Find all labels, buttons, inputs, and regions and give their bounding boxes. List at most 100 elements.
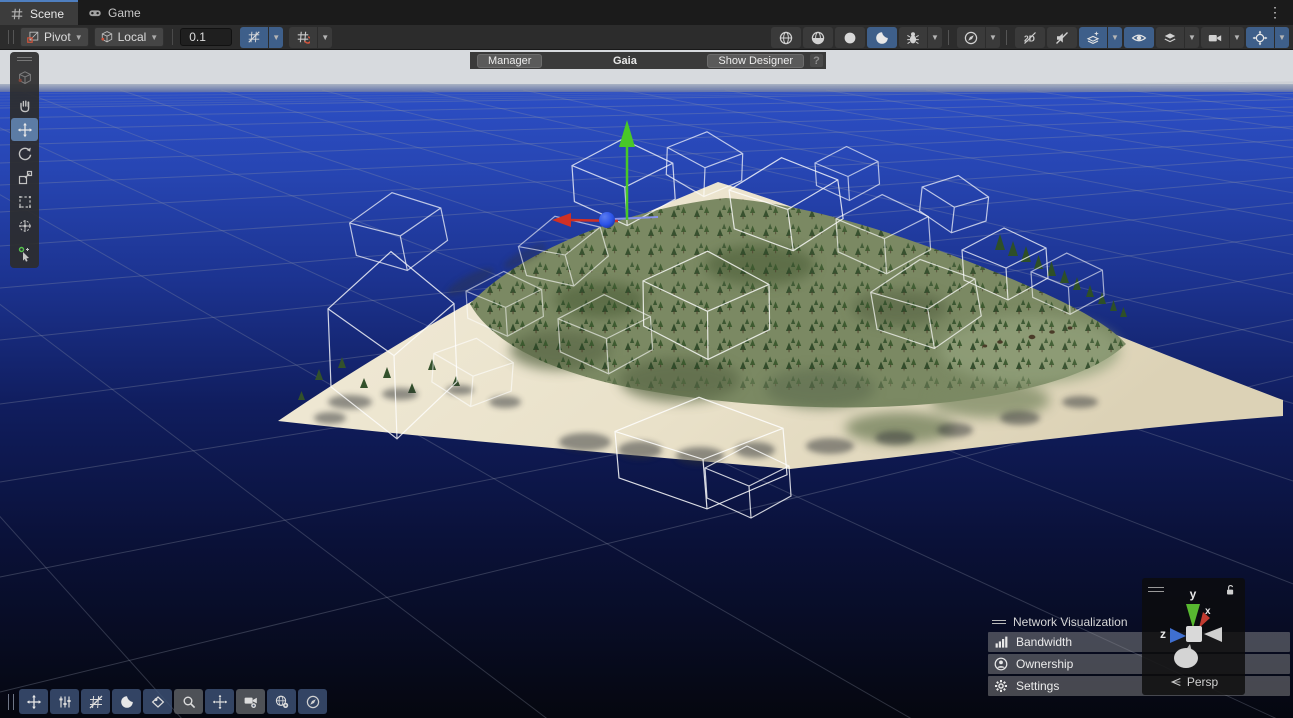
orientation-axes: y x z xyxy=(1142,584,1245,668)
grid-snap-button-group: ▼ xyxy=(240,27,283,48)
toolbar-separator xyxy=(948,30,949,45)
orientation-label: Local xyxy=(118,30,147,44)
gaia-title: Gaia xyxy=(542,55,707,67)
render-mode-button[interactable] xyxy=(112,689,141,714)
unlit-circle-icon xyxy=(842,30,858,46)
toolbar-separator xyxy=(172,29,173,45)
orientation-mode-button[interactable]: Local ▼ xyxy=(94,27,165,47)
gizmos-dropdown[interactable]: ▼ xyxy=(1275,27,1289,48)
pan-tool-button[interactable] xyxy=(11,94,38,117)
search-icon xyxy=(181,694,197,710)
axis-move-icon xyxy=(212,694,228,710)
y-axis-cone[interactable] xyxy=(1186,604,1200,628)
pivot-mode-button[interactable]: Pivot ▼ xyxy=(20,27,89,47)
toolbar-drag-handle[interactable] xyxy=(8,30,14,44)
scene-grid-icon xyxy=(10,7,24,21)
panel-drag-handle-icon xyxy=(992,618,1006,626)
show-designer-button[interactable]: Show Designer xyxy=(707,54,804,68)
layers-dropdown[interactable]: ▼ xyxy=(1185,27,1199,48)
particles-dropdown[interactable]: ▼ xyxy=(928,27,942,48)
wireframe-globe-icon xyxy=(778,30,794,46)
properties-button[interactable] xyxy=(50,689,79,714)
bottom-overlay-handle[interactable] xyxy=(8,694,14,710)
selected-object-sphere[interactable] xyxy=(599,212,615,228)
increment-snap-button[interactable] xyxy=(289,27,317,48)
toolbar-separator xyxy=(1006,30,1007,45)
snap-increment-field[interactable]: 0.1 xyxy=(180,28,232,46)
projection-label: Persp xyxy=(1187,675,1218,689)
custom-tool-button[interactable] xyxy=(11,242,38,265)
particles-button[interactable] xyxy=(899,27,927,48)
move-overlay-icon xyxy=(26,694,42,710)
camera-record-button[interactable] xyxy=(236,689,265,714)
effects-button-group: ▼ xyxy=(1079,27,1122,48)
y-axis-label[interactable]: y xyxy=(1190,587,1197,601)
tab-scene[interactable]: Scene xyxy=(0,0,78,25)
local-cube-icon xyxy=(100,30,114,44)
move-overlay-button[interactable] xyxy=(19,689,48,714)
move-tool-button[interactable] xyxy=(11,118,38,141)
gizmos-button[interactable] xyxy=(1246,27,1274,48)
grid-snap-button[interactable] xyxy=(240,27,268,48)
bandwidth-label: Bandwidth xyxy=(1016,635,1072,649)
ownership-person-icon xyxy=(993,656,1009,672)
grid-toggle-button[interactable] xyxy=(81,689,110,714)
tab-game[interactable]: Game xyxy=(78,0,155,25)
right-axis-cone[interactable] xyxy=(1204,627,1222,642)
camera-record-icon xyxy=(243,694,259,710)
ownership-label: Ownership xyxy=(1016,657,1073,671)
2d-mode-button[interactable] xyxy=(1015,27,1045,48)
gaia-manager-button[interactable]: Manager xyxy=(477,54,542,68)
rect-tool-icon xyxy=(17,194,33,210)
rect-tool-button[interactable] xyxy=(11,190,38,213)
network-settings-button[interactable] xyxy=(267,689,296,714)
particles-button-group: ▼ xyxy=(899,27,942,48)
wireframe-globe-button[interactable] xyxy=(771,27,801,48)
tools-overlay xyxy=(10,52,39,268)
grid-snap-dropdown[interactable]: ▼ xyxy=(269,27,283,48)
audio-toggle-button[interactable] xyxy=(1047,27,1077,48)
component-tools-dropdown[interactable]: ▼ xyxy=(986,27,1000,48)
hand-icon xyxy=(17,98,33,114)
gamepad-icon xyxy=(88,6,102,20)
projection-toggle[interactable]: Persp xyxy=(1142,672,1245,692)
bottom-axis-sphere[interactable] xyxy=(1174,648,1198,668)
gaia-help-button[interactable]: ? xyxy=(810,54,823,67)
rotate-arrow-icon xyxy=(17,146,33,162)
z-axis-cone[interactable] xyxy=(1170,628,1186,643)
navigation-button[interactable] xyxy=(298,689,327,714)
layers-button[interactable] xyxy=(1156,27,1184,48)
tools-overlay-handle[interactable] xyxy=(10,52,39,65)
transform-tool-button[interactable] xyxy=(11,214,38,237)
view-tool-button[interactable] xyxy=(11,66,38,89)
unlit-circle-button[interactable] xyxy=(835,27,865,48)
effects-dropdown[interactable]: ▼ xyxy=(1108,27,1122,48)
settings-gear-icon xyxy=(993,678,1009,694)
scale-tool-button[interactable] xyxy=(11,166,38,189)
tab-scene-label: Scene xyxy=(30,7,64,21)
scene-visibility-button[interactable] xyxy=(1124,27,1154,48)
camera-dropdown[interactable]: ▼ xyxy=(1230,27,1244,48)
z-axis-label[interactable]: z xyxy=(1160,627,1166,641)
search-button[interactable] xyxy=(174,689,203,714)
prefab-button[interactable] xyxy=(143,689,172,714)
unity-editor-window: Scene Game ⋮ Pivot ▼ Local ▼ 0.1 ▼ xyxy=(0,0,1293,718)
view-cube-icon xyxy=(17,70,33,86)
rotate-tool-button[interactable] xyxy=(11,142,38,165)
shaded-globe-icon xyxy=(810,30,826,46)
pivot-label: Pivot xyxy=(44,30,71,44)
scene-toolbar: Pivot ▼ Local ▼ 0.1 ▼ ▼ ▼ xyxy=(0,25,1293,50)
network-panel-title: Network Visualization xyxy=(1013,615,1128,629)
shaded-globe-button[interactable] xyxy=(803,27,833,48)
view-tab-bar: Scene Game ⋮ xyxy=(0,0,1293,25)
grid-snap-icon xyxy=(247,30,261,44)
increment-snap-dropdown[interactable]: ▼ xyxy=(318,27,332,48)
gizmo-center-cube[interactable] xyxy=(1186,626,1202,642)
window-menu-button[interactable]: ⋮ xyxy=(1258,0,1293,25)
component-compass-icon xyxy=(963,30,979,46)
camera-button[interactable] xyxy=(1201,27,1229,48)
axis-move-button[interactable] xyxy=(205,689,234,714)
effects-button[interactable] xyxy=(1079,27,1107,48)
component-tools-button[interactable] xyxy=(957,27,985,48)
scene-lighting-button[interactable] xyxy=(867,27,897,48)
